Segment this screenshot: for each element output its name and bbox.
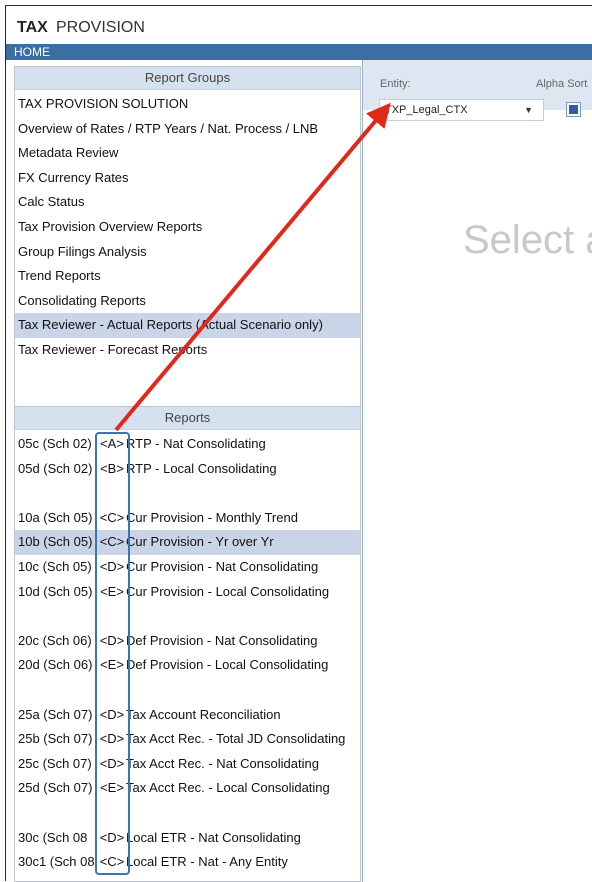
report-groups-panel: Report Groups TAX PROVISION SOLUTION Over…	[14, 66, 361, 426]
report-code: 10b (Sch 05)	[18, 534, 93, 550]
report-code: 30c (Sch 08	[18, 829, 88, 845]
report-code: 10d (Sch 05)	[18, 583, 93, 599]
report-code: 05c (Sch 02)	[18, 436, 92, 451]
reports-list: 05c (Sch 02) <A> RTP - Nat Consolidating 05…	[15, 430, 360, 875]
report-group-item[interactable]: Consolidating Reports	[15, 289, 360, 314]
report-row[interactable]: 10b (Sch 05) <C> Cur Provision - Yr over Y…	[15, 530, 360, 555]
app-title-bold: TAX	[17, 19, 48, 36]
report-group-item[interactable]: Tax Reviewer - Actual Reports (Actual Sc…	[15, 313, 360, 338]
report-row[interactable]: 10c (Sch 05) <D> Cur Provision - Nat Conso…	[15, 555, 360, 580]
report-group-item[interactable]: Calc Status	[15, 190, 360, 215]
report-name: Tax Acct Rec. - Total JD Consolidating	[126, 731, 346, 747]
report-name: Def Provision - Nat Consolidating	[126, 632, 318, 648]
reports-panel: Reports 05c (Sch 02) <A> RTP - Nat Consoli…	[14, 406, 361, 882]
report-group-item[interactable]: Tax Provision Overview Reports	[15, 215, 360, 240]
chevron-down-icon[interactable]: ▼	[524, 100, 533, 120]
report-group-item[interactable]: TAX PROVISION SOLUTION	[15, 92, 360, 117]
report-code: 20c (Sch 06)	[18, 632, 92, 648]
report-name: Tax Acct Rec. - Nat Consolidating	[126, 755, 319, 771]
report-name: Cur Provision - Yr over Yr	[126, 534, 274, 550]
app-window: TAX PROVISION HOME Report Groups TAX PRO…	[5, 5, 592, 882]
home-label[interactable]: HOME	[14, 45, 50, 59]
report-row[interactable]: 10a (Sch 05) <C> Cur Provision - Monthly T…	[15, 506, 360, 531]
report-row[interactable]: 10d (Sch 05) <E> Cur Provision - Local Con…	[15, 580, 360, 605]
report-group-item[interactable]: Trend Reports	[15, 264, 360, 289]
report-code: 25c (Sch 07)	[18, 755, 92, 771]
report-name: Cur Provision - Local Consolidating	[126, 583, 330, 599]
report-row[interactable]: 30c1 (Sch 08 <C> Local ETR - Nat - Any Ent…	[15, 850, 360, 875]
report-group-item[interactable]: FX Currency Rates	[15, 166, 360, 191]
report-row[interactable]: 30c (Sch 08 <D> Local ETR - Nat Consolidat…	[15, 826, 360, 851]
report-group-item[interactable]: Metadata Review	[15, 141, 360, 166]
report-name: Cur Provision - Nat Consolidating	[126, 558, 319, 574]
report-name: Tax Account Reconciliation	[126, 706, 281, 722]
reports-header: Reports	[15, 407, 360, 430]
alpha-sort-label: Alpha Sort	[536, 78, 588, 90]
letter-column-highlight	[95, 432, 130, 875]
report-row[interactable]: 25d (Sch 07) <E> Tax Acct Rec. - Local Con…	[15, 776, 360, 801]
report-groups-header: Report Groups	[15, 67, 360, 90]
report-name: Local ETR - Nat - Any Entity	[126, 854, 288, 870]
report-name: Tax Acct Rec. - Local Consolidating	[126, 780, 330, 796]
entity-value: TXP_Legal_CTX	[385, 104, 468, 116]
report-name: Cur Provision - Monthly Trend	[126, 509, 298, 525]
report-row[interactable]: 05c (Sch 02) <A> RTP - Nat Consolidating	[15, 432, 360, 457]
title-bar: TAX PROVISION	[6, 6, 592, 44]
report-code: 25b (Sch 07)	[18, 731, 93, 747]
left-pane: Report Groups TAX PROVISION SOLUTION Over…	[6, 60, 363, 882]
report-code: 25d (Sch 07)	[18, 780, 93, 796]
report-group-item[interactable]: Tax Reviewer - Forecast Reports	[15, 338, 360, 363]
report-code: 25a (Sch 07)	[18, 706, 93, 722]
report-group-item[interactable]: Group Filings Analysis	[15, 240, 360, 265]
app-title: PROVISION	[56, 19, 145, 36]
report-row[interactable]: 20d (Sch 06) <E> Def Provision - Local Con…	[15, 653, 360, 678]
report-group-item[interactable]: Overview of Rates / RTP Years / Nat. Pro…	[15, 117, 360, 142]
report-row[interactable]: 20c (Sch 06) <D> Def Provision - Nat Conso…	[15, 629, 360, 654]
report-groups-list: TAX PROVISION SOLUTION Overview of Rates …	[15, 90, 360, 363]
report-row[interactable]: 05d (Sch 02) <B> RTP - Local Consolidating	[15, 457, 360, 482]
report-row[interactable]: 25b (Sch 07) <D> Tax Acct Rec. - Total JD …	[15, 727, 360, 752]
right-pane: Entity: Alpha Sort TXP_Legal_CTX ▼ Selec…	[363, 60, 592, 882]
entity-label: Entity:	[380, 78, 411, 90]
select-placeholder: Select a	[463, 218, 592, 262]
report-code: 10c (Sch 05)	[18, 558, 92, 574]
report-code: 30c1 (Sch 08	[18, 854, 95, 870]
report-code: 10a (Sch 05)	[18, 509, 93, 525]
alpha-sort-checkbox[interactable]	[566, 102, 581, 117]
report-name: Def Provision - Local Consolidating	[126, 657, 329, 673]
report-code: 20d (Sch 06)	[18, 657, 93, 673]
report-name: RTP - Nat Consolidating	[126, 436, 266, 451]
home-breadcrumb[interactable]: HOME	[6, 44, 592, 60]
report-name: Local ETR - Nat Consolidating	[126, 829, 301, 845]
entity-dropdown[interactable]: TXP_Legal_CTX ▼	[379, 99, 544, 121]
report-row[interactable]: 25a (Sch 07) <D> Tax Account Reconciliatio…	[15, 703, 360, 728]
report-row[interactable]: 25c (Sch 07) <D> Tax Acct Rec. - Nat Conso…	[15, 752, 360, 777]
report-name: RTP - Local Consolidating	[126, 460, 277, 476]
report-code: 05d (Sch 02)	[18, 460, 93, 476]
